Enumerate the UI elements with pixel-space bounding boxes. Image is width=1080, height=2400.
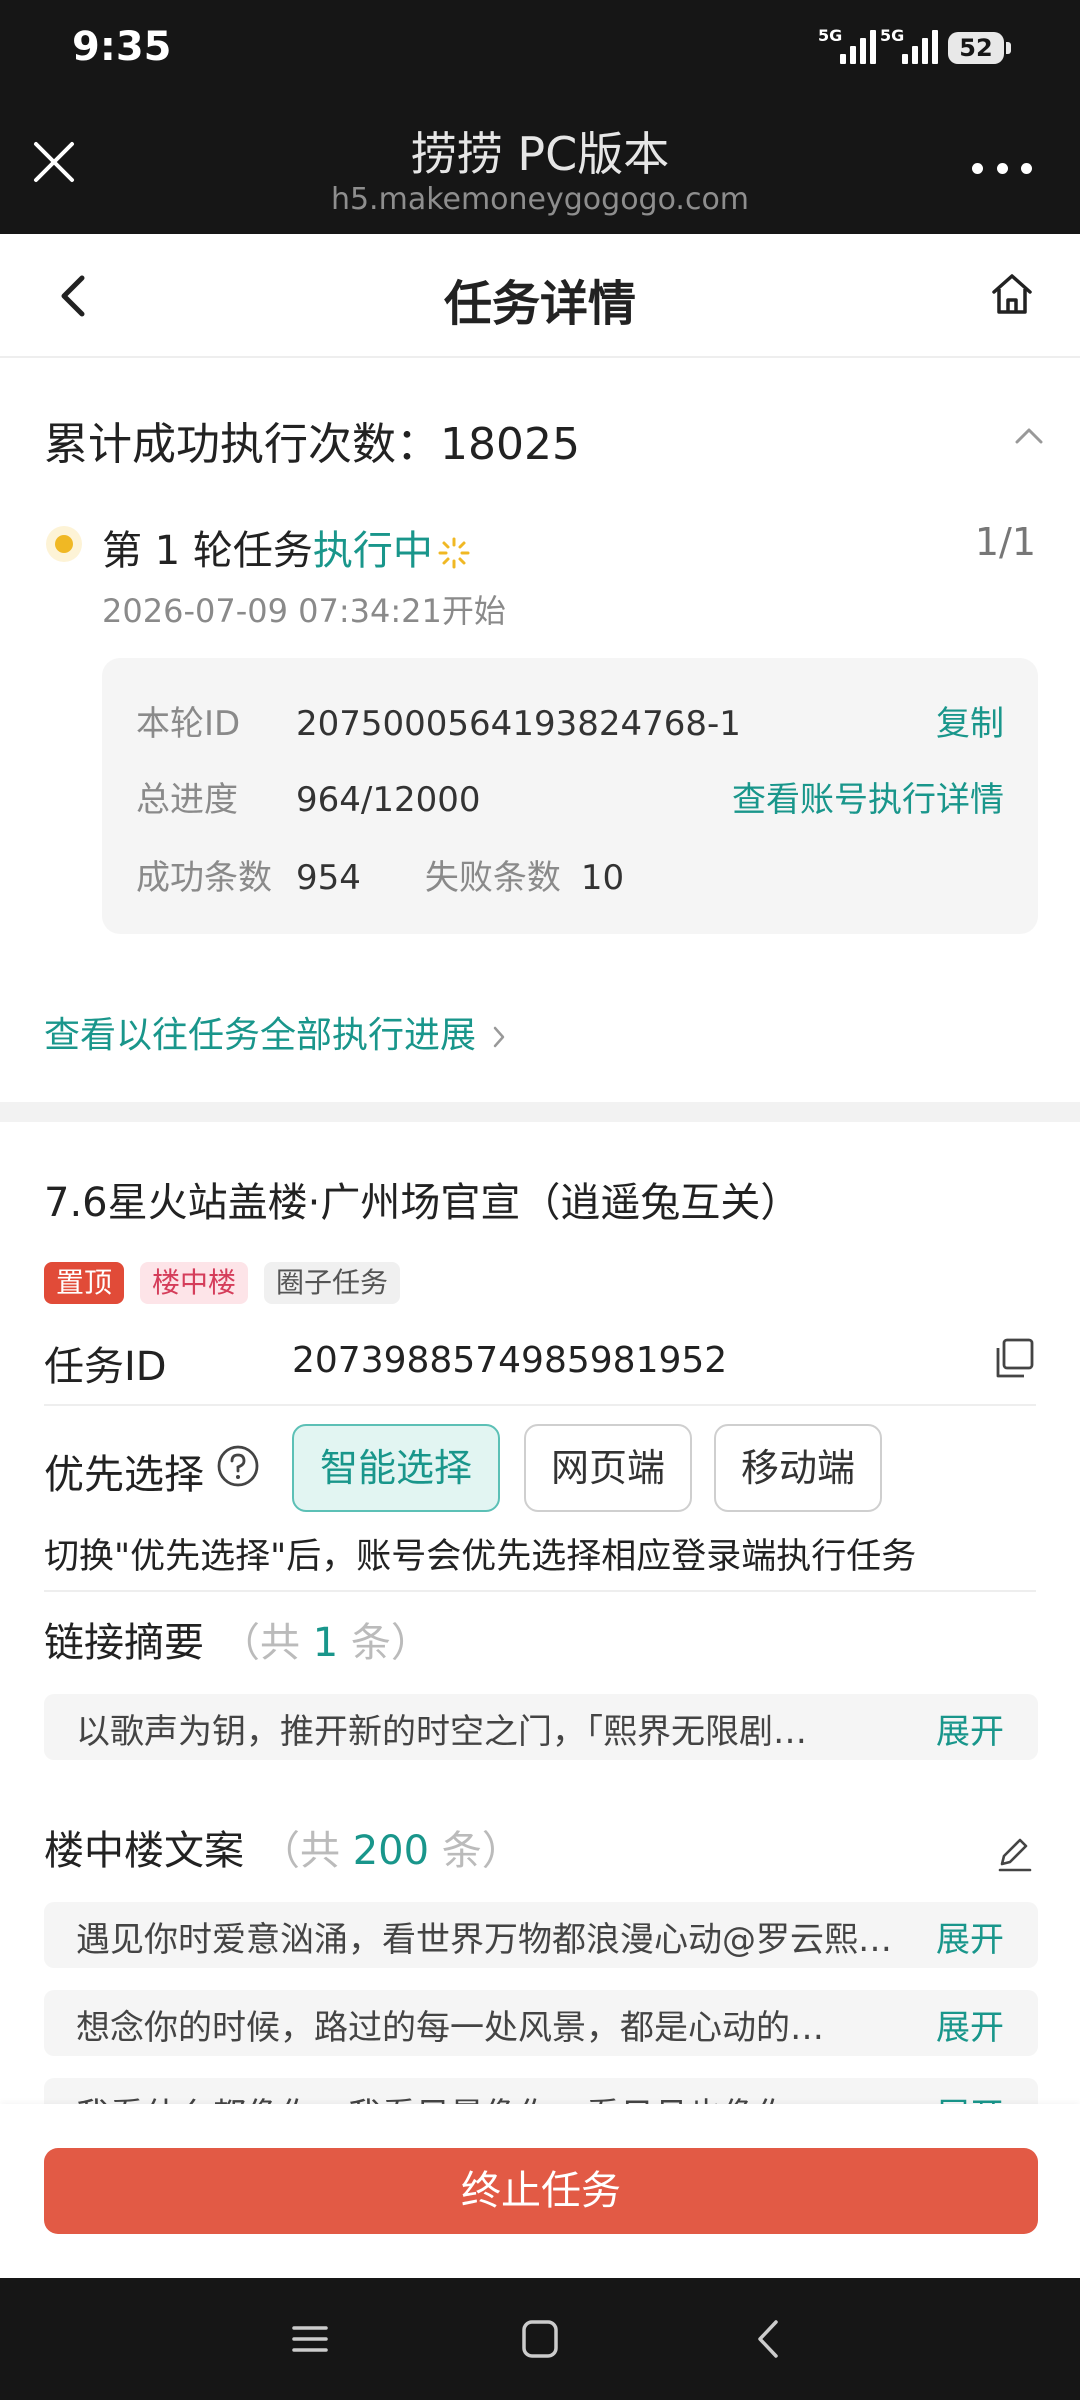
battery-icon: 52 — [948, 32, 1011, 64]
system-back-icon[interactable] — [744, 2314, 796, 2364]
round-status-dot-icon — [46, 526, 82, 562]
task-tags: 置顶 楼中楼 圈子任务 — [44, 1262, 401, 1304]
browser-url: h5.makemoneygogogo.com — [330, 182, 750, 217]
collapse-chevron-icon[interactable] — [1014, 426, 1044, 446]
loading-spinner-icon — [438, 537, 470, 569]
round-id-row: 本轮ID 2075000564193824768-1 — [136, 704, 741, 744]
copy-icon[interactable] — [992, 1336, 1036, 1380]
priority-row: 优先选择 智能选择 网页端 移动端 — [44, 1422, 1044, 1512]
expand-button[interactable]: 展开 — [936, 1912, 1004, 1961]
execution-summary: 累计成功执行次数：18025 第 1 轮任务执行中 1/1 2026-07-09… — [0, 358, 1080, 1102]
round-info-box: 本轮ID 2075000564193824768-1 复制 总进度 964/1200… — [102, 658, 1038, 934]
expand-button[interactable]: 展开 — [936, 2000, 1004, 2049]
signal-2-icon: 5G — [880, 26, 938, 64]
expand-button[interactable]: 展开 — [936, 1704, 1004, 1753]
priority-option-mobile[interactable]: 移动端 — [714, 1424, 882, 1512]
home-button-icon[interactable] — [514, 2314, 566, 2364]
copy-text-heading: 楼中楼文案 （共 200 条） — [44, 1828, 522, 1874]
result-row: 成功条数 954 失败条数 10 — [136, 858, 625, 898]
recent-apps-icon[interactable] — [284, 2314, 336, 2364]
browser-bar: 捞捞 PC版本 h5.makemoneygogogo.com — [0, 100, 1080, 234]
tag-nested-floor: 楼中楼 — [140, 1262, 249, 1304]
links-summary-heading: 链接摘要 （共 1 条） — [44, 1620, 431, 1666]
more-icon[interactable] — [972, 158, 1032, 178]
tag-circle-task: 圈子任务 — [264, 1262, 401, 1304]
copy-id-button[interactable]: 复制 — [936, 696, 1004, 745]
cumulative-count: 累计成功执行次数：18025 — [44, 419, 580, 470]
task-id-row: 任务ID 2073988574985981952 — [44, 1326, 1036, 1406]
round-start-time: 2026-07-09 07:34:21开始 — [102, 592, 506, 630]
home-icon[interactable] — [988, 270, 1036, 318]
round-status: 执行中 — [312, 528, 433, 574]
divider-line — [44, 1590, 1036, 1592]
task-title: 7.6星火站盖楼·广州场官宣（逍遥兔互关） — [44, 1180, 801, 1226]
round-count: 1/1 — [974, 520, 1036, 564]
priority-option-smart[interactable]: 智能选择 — [292, 1424, 500, 1512]
section-divider — [0, 1102, 1080, 1122]
system-nav-bar — [0, 2278, 1080, 2400]
status-bar: 9:35 5G 5G 52 — [0, 0, 1080, 100]
stop-task-button[interactable]: 终止任务 — [44, 2148, 1038, 2234]
priority-note: 切换"优先选择"后，账号会优先选择相应登录端执行任务 — [44, 1537, 917, 1577]
progress-row: 总进度 964/12000 — [136, 780, 481, 820]
history-link[interactable]: 查看以往任务全部执行进展 — [44, 1006, 506, 1058]
status-time: 9:35 — [72, 24, 172, 70]
account-detail-link[interactable]: 查看账号执行详情 — [732, 772, 1004, 821]
bottom-action-bar: 终止任务 — [0, 2104, 1080, 2278]
page-title: 任务详情 — [443, 276, 636, 332]
nav-bar: 任务详情 — [0, 234, 1080, 358]
edit-icon[interactable] — [994, 1834, 1034, 1874]
links-list-item: 以歌声为钥，推开新的时空之门，「熙界无限剧… 展开 — [44, 1694, 1038, 1760]
chevron-right-icon — [493, 1026, 505, 1048]
tag-pinned: 置顶 — [44, 1262, 125, 1304]
copy-list-item: 想念你的时候，路过的每一处风景，都是心动的… 展开 — [44, 1990, 1038, 2056]
task-id-value: 2073988574985981952 — [292, 1340, 728, 1381]
browser-title: 捞捞 PC版本 — [410, 127, 670, 181]
round-title: 第 1 轮任务执行中 — [102, 518, 471, 576]
signal-1-icon: 5G — [818, 26, 876, 64]
priority-option-web[interactable]: 网页端 — [524, 1424, 692, 1512]
task-details: 7.6星火站盖楼·广州场官宣（逍遥兔互关） 置顶 楼中楼 圈子任务 任务ID 2… — [0, 1122, 1080, 2144]
help-icon[interactable] — [216, 1444, 260, 1488]
copy-list-item: 遇见你时爱意汹涌，看世界万物都浪漫心动@罗云熙… 展开 — [44, 1902, 1038, 1968]
